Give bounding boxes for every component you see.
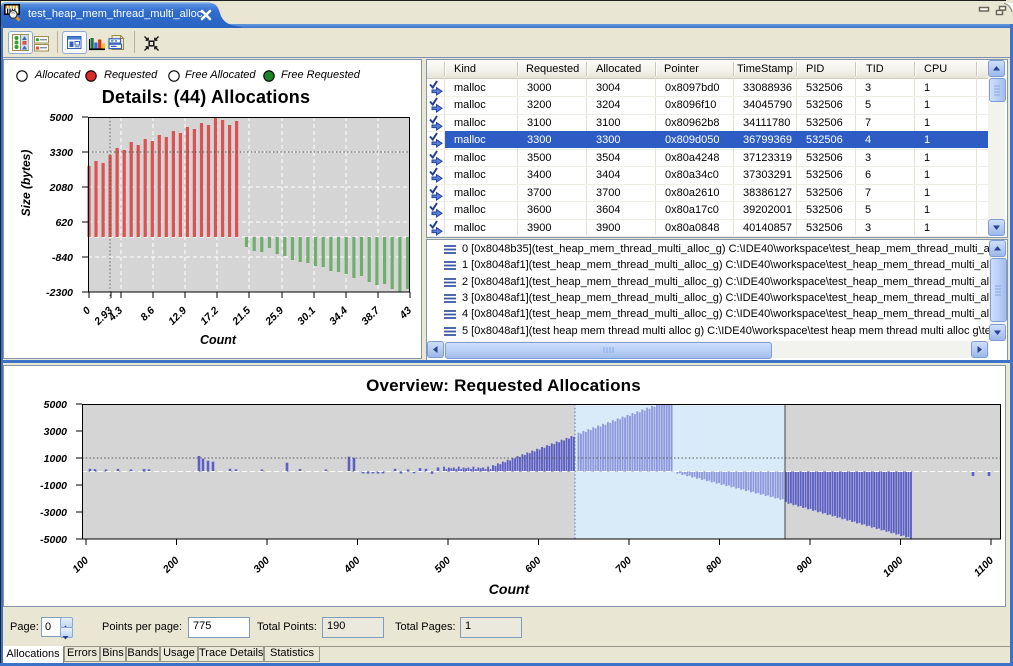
svg-text:700: 700 [613, 555, 634, 576]
svg-text:800: 800 [704, 555, 725, 576]
svg-text:43: 43 [397, 305, 415, 323]
svg-text:Count: Count [200, 333, 237, 347]
svg-text:3300: 3300 [50, 147, 74, 159]
svg-text:25.9: 25.9 [262, 305, 286, 329]
svg-text:-840: -840 [52, 252, 73, 264]
svg-text:30.1: 30.1 [295, 305, 318, 328]
svg-text:12.9: 12.9 [166, 305, 189, 328]
svg-text:38.7: 38.7 [359, 304, 383, 328]
svg-text:2080: 2080 [49, 182, 74, 194]
svg-text:Size (bytes): Size (bytes) [19, 150, 33, 217]
svg-text:1000: 1000 [44, 453, 68, 465]
svg-text:200: 200 [160, 555, 182, 577]
svg-text:500: 500 [432, 555, 453, 576]
svg-text:600: 600 [523, 555, 544, 576]
svg-text:5000: 5000 [50, 112, 74, 124]
svg-text:620: 620 [55, 217, 73, 229]
svg-text:400: 400 [341, 555, 363, 577]
svg-text:3000: 3000 [44, 426, 68, 438]
svg-text:-2300: -2300 [46, 287, 73, 299]
svg-text:8.6: 8.6 [138, 305, 157, 324]
svg-text:-1000: -1000 [40, 480, 67, 492]
svg-text:1000: 1000 [881, 555, 906, 580]
svg-text:34.4: 34.4 [327, 305, 350, 328]
svg-text:-3000: -3000 [40, 507, 67, 519]
svg-text:100: 100 [70, 555, 91, 576]
svg-text:300: 300 [251, 555, 272, 576]
svg-text:5000: 5000 [44, 399, 68, 411]
svg-text:17.2: 17.2 [198, 305, 221, 328]
svg-text:1100: 1100 [972, 555, 997, 580]
svg-text:Count: Count [489, 581, 531, 597]
svg-text:21.5: 21.5 [229, 305, 253, 329]
svg-text:0: 0 [81, 305, 94, 318]
svg-text:900: 900 [794, 555, 815, 576]
svg-text:-5000: -5000 [40, 534, 67, 546]
